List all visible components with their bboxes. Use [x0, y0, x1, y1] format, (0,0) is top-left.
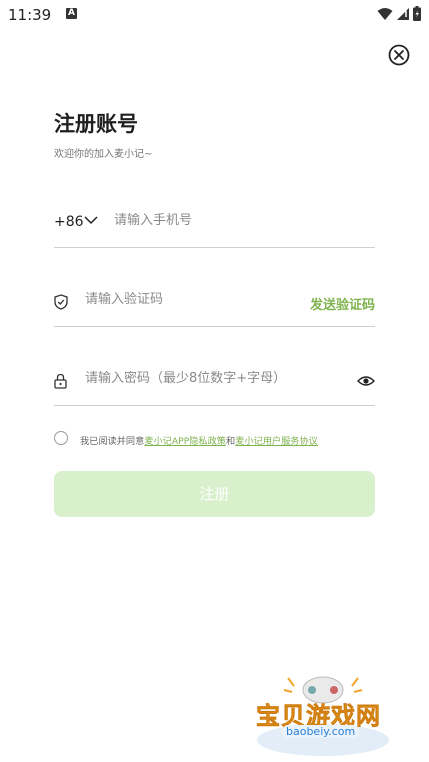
- watermark-url: baobeiy.com: [282, 725, 360, 738]
- battery-icon: [413, 6, 421, 21]
- notification-icon: A: [66, 8, 77, 19]
- lock-icon: [54, 373, 67, 389]
- agreement-prefix: 我已阅读并同意: [80, 436, 145, 447]
- watermark-logo: 宝贝游戏网 baobeiy.com: [248, 668, 398, 758]
- password-field: [54, 363, 375, 406]
- eye-icon[interactable]: [357, 375, 375, 387]
- register-button[interactable]: 注册: [54, 471, 375, 517]
- agreement-joiner: 和: [226, 436, 236, 447]
- phone-field: +86: [54, 205, 375, 248]
- verification-code-input[interactable]: [85, 292, 285, 307]
- page-subtitle: 欢迎你的加入麦小记~: [54, 149, 153, 160]
- phone-input[interactable]: [114, 213, 364, 228]
- terms-of-service-link[interactable]: 麦小记用户服务协议: [235, 436, 318, 447]
- shield-icon: [54, 294, 68, 310]
- signal-icon: [397, 7, 409, 20]
- country-code[interactable]: +86: [54, 214, 84, 230]
- chevron-down-icon[interactable]: [84, 216, 98, 225]
- agreement-text: 我已阅读并同意麦小记APP隐私政策和麦小记用户服务协议: [80, 433, 318, 447]
- system-icons: [377, 6, 421, 21]
- code-field: 发送验证码: [54, 284, 375, 327]
- close-icon[interactable]: [388, 44, 410, 66]
- status-time: 11:39: [8, 6, 52, 24]
- wifi-icon: [377, 7, 393, 20]
- password-input[interactable]: [85, 371, 345, 386]
- page-title: 注册账号: [54, 112, 138, 136]
- privacy-policy-link[interactable]: 麦小记APP隐私政策: [144, 436, 226, 447]
- send-code-button[interactable]: 发送验证码: [310, 294, 375, 313]
- agree-radio[interactable]: [54, 431, 68, 445]
- agreement-row: 我已阅读并同意麦小记APP隐私政策和麦小记用户服务协议: [54, 430, 384, 448]
- status-bar: 11:39 A: [0, 0, 429, 30]
